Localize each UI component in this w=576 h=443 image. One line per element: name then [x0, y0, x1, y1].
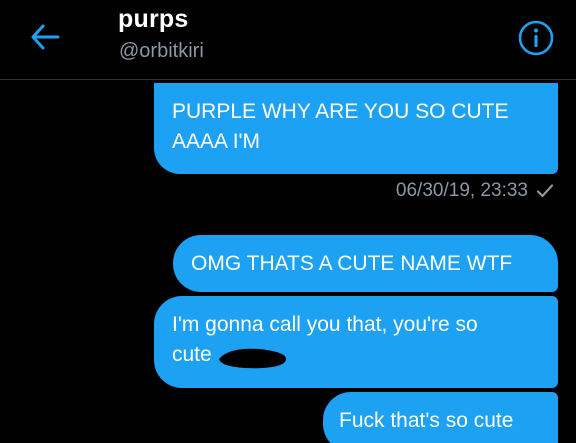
- info-circle-icon: [518, 20, 554, 56]
- message-bubble[interactable]: I'm gonna call you that, you're so cute: [154, 296, 558, 388]
- redaction-scribble: [219, 348, 287, 369]
- conversation-header: purps @orbitkiri: [0, 0, 576, 80]
- message-text-line: AAAA I'M: [172, 130, 261, 153]
- conversation-title[interactable]: purps: [118, 5, 188, 34]
- message-bubble[interactable]: Fuck that's so cute: [323, 392, 558, 443]
- message-text-line: OMG THATS A CUTE NAME WTF: [191, 252, 513, 275]
- message-timestamp: 06/30/19, 23:33: [395, 180, 528, 201]
- arrow-left-icon: [31, 24, 60, 50]
- back-button[interactable]: [28, 22, 62, 52]
- checkmark-icon: [536, 184, 554, 198]
- message-bubble[interactable]: OMG THATS A CUTE NAME WTF: [173, 235, 558, 292]
- message-text-line: PURPLE WHY ARE YOU SO CUTE: [172, 100, 509, 123]
- message-text-line: I'm gonna call you that, you're so: [172, 313, 478, 336]
- message-text-line: Fuck that's so cute: [339, 409, 514, 432]
- message-bubble[interactable]: PURPLE WHY ARE YOU SO CUTE AAAA I'M: [154, 83, 558, 174]
- dm-conversation-screen: purps @orbitkiri PURPLE WHY ARE YOU SO C…: [0, 0, 576, 443]
- conversation-handle: @orbitkiri: [119, 40, 204, 62]
- info-button[interactable]: [518, 20, 554, 56]
- message-meta: 06/30/19, 23:33: [396, 180, 554, 202]
